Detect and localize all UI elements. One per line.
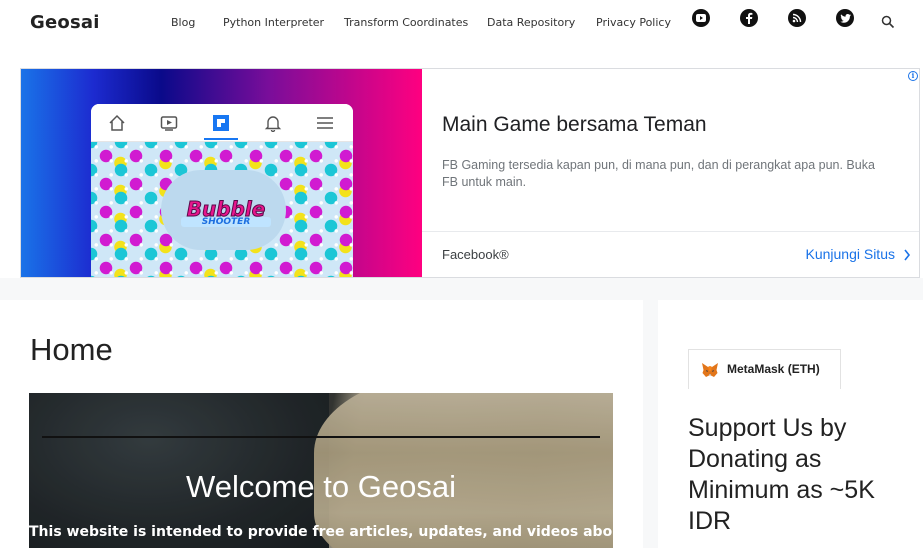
home-icon	[109, 114, 125, 131]
bell-icon	[264, 116, 282, 132]
page-title: Home	[30, 332, 113, 367]
metamask-fox-icon	[702, 363, 718, 377]
bubble-shooter-game: Bubble SHOOTER	[91, 142, 353, 277]
nav-link-blog[interactable]: Blog	[171, 16, 195, 29]
youtube-icon[interactable]	[692, 9, 710, 27]
gaming-icon	[213, 115, 229, 131]
nav-link-privacy-policy[interactable]: Privacy Policy	[596, 16, 671, 29]
hero-divider	[42, 436, 600, 438]
twitter-icon[interactable]	[836, 9, 854, 27]
nav-link-data-repository[interactable]: Data Repository	[487, 16, 575, 29]
main-content: Home Welcome to Geosai This website is i…	[0, 300, 643, 548]
ad-divider	[422, 231, 919, 232]
ad-image[interactable]: Bubble SHOOTER	[21, 69, 422, 277]
sidebar: MetaMask (ETH) Support Us by Donating as…	[658, 300, 923, 548]
search-icon[interactable]	[881, 14, 897, 30]
ad-choices-icon[interactable]: i	[908, 71, 918, 81]
hero-subtitle: This website is intended to provide free…	[29, 524, 613, 540]
site-header: Geosai Blog Python Interpreter Transform…	[0, 0, 923, 46]
ad-banner[interactable]: Bubble SHOOTER i Main Game bersama Teman…	[20, 68, 920, 278]
visit-site-link[interactable]: Kunjungi Situs	[805, 246, 895, 262]
nav-link-transform-coordinates[interactable]: Transform Coordinates	[344, 16, 468, 29]
phone-mockup: Bubble SHOOTER	[91, 104, 353, 277]
video-icon	[160, 116, 178, 131]
site-logo[interactable]: Geosai	[30, 12, 100, 33]
wallet-tab-label: MetaMask (ETH)	[727, 362, 820, 376]
game-logo: Bubble SHOOTER	[181, 197, 271, 227]
hero-banner: Welcome to Geosai This website is intend…	[29, 393, 613, 548]
phone-nav-bar	[91, 104, 353, 142]
rss-icon[interactable]	[788, 9, 806, 27]
menu-icon	[317, 117, 333, 129]
ad-band: Bubble SHOOTER i Main Game bersama Teman…	[0, 46, 923, 278]
ad-description: FB Gaming tersedia kapan pun, di mana pu…	[442, 158, 875, 189]
ad-advertiser: Facebook®	[442, 247, 509, 262]
ad-text-panel[interactable]: i Main Game bersama Teman FB Gaming ters…	[422, 69, 919, 277]
ad-title[interactable]: Main Game bersama Teman	[442, 113, 707, 137]
facebook-icon[interactable]	[740, 9, 758, 27]
support-heading: Support Us by Donating as Minimum as ~5K…	[688, 414, 875, 535]
wallet-tab-metamask[interactable]: MetaMask (ETH)	[688, 349, 841, 389]
active-tab-indicator	[204, 138, 238, 140]
nav-link-python-interpreter[interactable]: Python Interpreter	[223, 16, 324, 29]
hero-heading: Welcome to Geosai	[186, 469, 456, 504]
chevron-right-icon[interactable]	[903, 249, 911, 261]
